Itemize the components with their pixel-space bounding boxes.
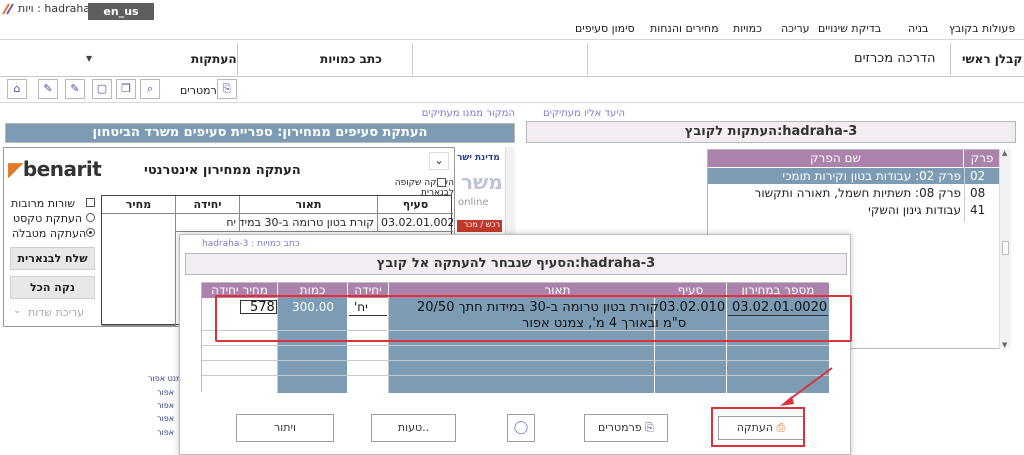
option-copy-text-label: העתקת טקסט: [13, 212, 83, 225]
dialog-tab-label: כתב כמויות : hadraha-3: [202, 239, 300, 249]
toolbar: ⌂ ✎ ✎ ▢ ❐ ⌕ פרמטרים ⎘: [0, 78, 250, 102]
app-logo-icon: [2, 3, 14, 15]
project-name: הדרכה מכרזים: [854, 51, 936, 66]
copy-table-radio[interactable]: [86, 228, 95, 237]
cancel-button[interactable]: ויתור: [236, 414, 334, 442]
paste-header-desc: תאור: [240, 196, 378, 214]
browser-fragment: משר: [461, 170, 503, 194]
paste-cell-unit[interactable]: יח: [176, 214, 240, 232]
transparent-copy-checkbox[interactable]: [437, 178, 446, 187]
send-to-benarit-button[interactable]: שלח לבנארית: [10, 247, 95, 270]
side-link[interactable]: אפור: [157, 401, 174, 410]
source-section-label: המקור ממנו מעתיקים: [421, 108, 515, 119]
target-section-label: היעד אליו מעתיקים: [543, 108, 626, 119]
paste-cell-item[interactable]: 03.02.01.0020: [378, 214, 453, 232]
quantities-tab[interactable]: כתב כמויות: [320, 41, 382, 77]
edit-fields-label[interactable]: עריכת שדות: [28, 306, 84, 319]
contractor-label: קבלן ראשי: [962, 52, 1023, 66]
table-row[interactable]: פרק 08: תשתיות חשמל, תאורה ותקשור 08: [708, 185, 1001, 201]
balloon-icon[interactable]: ◯: [507, 414, 535, 442]
clear-all-button[interactable]: נקה הכל: [10, 276, 95, 299]
table-row[interactable]: פרק 02: עבודות בטון וקירות תומכי 02: [708, 168, 1001, 184]
option-multi-rows-label: שורות מרובות: [11, 197, 75, 210]
window-icon[interactable]: ▢: [92, 79, 112, 99]
menu-build[interactable]: בניה: [908, 22, 928, 35]
option-copy-table-label: העתקה מטבלה: [12, 227, 87, 240]
header-chapter-num: פרק: [964, 150, 1001, 167]
pin-icon[interactable]: ✎: [38, 79, 58, 99]
paste-header-unit: יחידה: [176, 196, 240, 214]
params-icon[interactable]: ⎘: [217, 79, 237, 99]
menu-check-changes[interactable]: בדיקת שינויים: [818, 22, 881, 35]
home-icon[interactable]: ⌂: [7, 79, 27, 99]
browser-fragment: רכש / מכר: [457, 220, 502, 232]
table-row[interactable]: עבודות גינון והשקי 41: [708, 202, 1001, 218]
browser-fragment: מדינת ישר: [457, 153, 500, 163]
header-chapter-name: שם הפרק: [708, 150, 964, 167]
paste-cell-price[interactable]: [102, 214, 176, 326]
brand-logo: ◤benarit: [8, 157, 102, 181]
highlight-rectangle: [215, 295, 852, 342]
browser-fragment: online: [458, 197, 489, 208]
chevron-down-icon[interactable]: ⌄: [13, 305, 21, 316]
menu-bar: פעולות בקובץ בניה בדיקת שינויים עריכה כמ…: [0, 18, 1024, 40]
paste-header-price: מחיר: [102, 196, 176, 214]
target-bar-title: העתקות לקובץ:hadraha-3: [526, 121, 1016, 143]
copies-tab[interactable]: העתקות: [191, 41, 237, 77]
copy-window-icon[interactable]: ❐: [116, 79, 136, 99]
side-link[interactable]: אפור: [157, 428, 174, 437]
target-scrollbar[interactable]: ▲ ▼: [999, 149, 1011, 349]
pin-alt-icon[interactable]: ✎: [65, 79, 85, 99]
menu-file-actions[interactable]: פעולות בקובץ: [949, 22, 1015, 35]
header-row: קבלן ראשי הדרכה מכרזים כתב כמויות העתקות…: [0, 41, 1024, 77]
annotation-arrow-icon: [780, 367, 833, 406]
divider: [0, 102, 1024, 103]
errors-button[interactable]: ..טעות: [371, 414, 456, 442]
dropdown-icon[interactable]: ▼: [86, 41, 92, 77]
dialog-title: העתקה ממחירון אינטרנטי: [144, 163, 301, 178]
menu-edit[interactable]: עריכה: [781, 22, 810, 35]
copy-text-radio[interactable]: [86, 213, 95, 222]
params-button[interactable]: פרמטרים ⎘: [584, 414, 668, 442]
paste-header-item: סעיף: [378, 196, 453, 214]
side-link[interactable]: אפור: [157, 388, 174, 397]
copy-dialog-title: הסעיף שנבחר להעתקה אל קובץ:hadraha-3: [185, 253, 847, 275]
multi-rows-checkbox[interactable]: [86, 198, 95, 207]
paste-cell-desc[interactable]: קורת בטון טרומה ב-30 במידות: [240, 214, 378, 232]
menu-mark-items[interactable]: סימון סעיפים: [575, 22, 635, 35]
params-icon: ⎘: [645, 421, 654, 434]
source-bar-title: העתקת סעיפים ממחירון: ספריית סעיפים משרד…: [5, 123, 515, 143]
menu-prices-discounts[interactable]: מחירים והנחות: [650, 22, 719, 35]
search-icon[interactable]: ⌕: [140, 79, 160, 99]
collapse-icon[interactable]: ⌄: [429, 152, 449, 170]
menu-quantities[interactable]: כמויות: [733, 22, 762, 35]
side-link[interactable]: אפור: [157, 414, 174, 423]
highlight-copy-button: [711, 407, 805, 447]
